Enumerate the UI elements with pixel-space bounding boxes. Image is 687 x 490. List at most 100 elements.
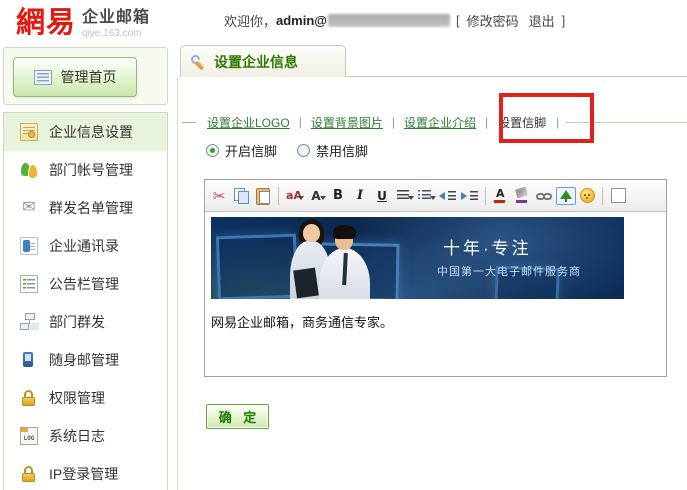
link-icon[interactable] [534,185,556,207]
subnav-set-company-intro[interactable]: 设置企业介绍 [397,114,483,131]
banner-screen-frame [216,234,298,299]
font-family-icon[interactable] [283,185,305,207]
outdent-icon[interactable] [437,185,459,207]
sidebar-item-company-contacts[interactable]: 企业通讯录 [4,227,167,265]
sidebar-item-label: 随身邮管理 [49,350,119,370]
change-password-link[interactable]: 修改密码 [467,11,519,30]
sidebar-item-mass-mail-list-management[interactable]: 群发名单管理 [4,189,167,227]
sidebar-item-label: IP登录管理 [49,464,118,484]
font-color-icon[interactable] [490,185,512,207]
sidebar-item-label: 系统日志 [49,426,105,446]
sidebar-item-system-log[interactable]: 系统日志 [4,417,167,455]
panel-left-border [177,77,178,490]
tab-company-info-settings[interactable]: 设置企业信息 [180,45,346,77]
netease-logo-cn: 網易 [16,6,76,40]
font-size-icon[interactable] [305,185,327,207]
phone-icon [20,351,38,369]
board-icon [20,275,38,293]
subnav-separator: | [297,115,304,129]
sidebar-home-box: 管理首页 [3,47,168,105]
subnav-set-background-image[interactable]: 设置背景图片 [304,114,390,131]
subnav-separator: | [554,115,561,129]
orgmail-icon [20,313,38,331]
subnav-separator: | [390,115,397,129]
footer-disable-radio[interactable] [297,144,310,157]
banner-person-woman [303,224,320,242]
separator [485,187,486,205]
copy-icon[interactable] [230,185,252,207]
cert-icon [20,123,38,141]
sidebar-item-dept-account-management[interactable]: 部门帐号管理 [4,151,167,189]
list-icon[interactable] [415,185,437,207]
wrench-icon [191,54,206,69]
netease-logo: 網易 企业邮箱 qiye.163.com [16,6,150,40]
bold-icon[interactable] [327,185,349,207]
select-box-icon[interactable] [607,185,629,207]
account-domain-redacted [328,14,450,27]
editor-content-area[interactable]: 十年·专注 中国第一大电子邮件服务商 网易企业邮箱，商务通信专家。 [205,212,666,380]
header: 網易 企业邮箱 qiye.163.com 欢迎你， admin@ [ 修改密码 … [0,0,687,45]
sidebar-item-ip-login-management[interactable]: IP登录管理 [4,455,167,490]
home-screen-icon [34,70,52,85]
image-icon[interactable] [556,187,576,205]
lock-icon [20,389,38,407]
mail-icon [20,199,38,217]
subnav-separator: | [483,115,490,129]
footer-banner-image[interactable]: 十年·专注 中国第一大电子邮件服务商 [211,217,624,299]
footer-option-row: 开启信脚 禁用信脚 [206,141,388,160]
welcome-prefix: 欢迎你， [224,11,276,30]
sidebar-item-label: 企业通讯录 [49,236,119,256]
confirm-button[interactable]: 确 定 [206,404,269,429]
banner-title: 十年·专注 [443,234,532,259]
emoticon-icon[interactable] [576,185,598,207]
sidebar-item-label: 群发名单管理 [49,198,133,218]
sidebar-menu: 企业信息设置部门帐号管理群发名单管理企业通讯录公告栏管理部门群发随身邮管理权限管… [3,112,168,490]
separator [602,187,603,205]
bracket-close: ] [562,13,566,28]
welcome-bar: 欢迎你， admin@ [ 修改密码 退出 ] [224,11,567,30]
contact-icon [20,237,38,255]
sidebar-item-label: 企业信息设置 [49,122,133,142]
italic-icon[interactable] [349,185,371,207]
lock-icon [20,465,38,483]
indent-icon[interactable] [459,185,481,207]
banner-person-man [333,225,356,239]
bg-color-icon[interactable] [512,185,534,207]
admin-console-page: 網易 企业邮箱 qiye.163.com 欢迎你， admin@ [ 修改密码 … [0,0,687,490]
footer-disable-label: 禁用信脚 [316,141,368,160]
subnav-set-company-logo[interactable]: 设置企业LOGO [200,114,297,131]
sidebar-item-company-info-settings[interactable]: 企业信息设置 [4,113,167,151]
subnav-set-mail-footer[interactable]: 设置信脚 [490,114,554,131]
sidebar-item-mobile-mail-management[interactable]: 随身邮管理 [4,341,167,379]
footer-enable-radio[interactable] [206,144,219,157]
footer-enable-label: 开启信脚 [225,141,277,160]
separator [278,187,279,205]
banner-subtitle: 中国第一大电子邮件服务商 [437,263,581,279]
log-icon [20,427,38,445]
footer-body-text: 网易企业邮箱，商务通信专家。 [211,312,666,331]
sidebar-item-label: 部门帐号管理 [49,160,133,180]
bracket-open: [ [456,13,460,28]
banner-folder [293,268,319,299]
subnav-lead-line [182,122,196,123]
panel-top-border [346,76,687,77]
sidebar-item-permission-management[interactable]: 权限管理 [4,379,167,417]
sidebar-item-label: 部门群发 [49,312,105,332]
subnav: 设置企业LOGO|设置背景图片|设置企业介绍|设置信脚| [178,110,687,134]
sidebar-item-dept-mass-mail[interactable]: 部门群发 [4,303,167,341]
sidebar-item-label: 权限管理 [49,388,105,408]
people-icon [20,161,38,179]
admin-home-button[interactable]: 管理首页 [13,57,137,97]
logout-link[interactable]: 退出 [529,11,555,30]
tab-title: 设置企业信息 [214,52,298,72]
align-icon[interactable] [393,185,415,207]
editor-toolbar [205,180,666,212]
underline-icon[interactable] [371,185,393,207]
subnav-links: 设置企业LOGO|设置背景图片|设置企业介绍|设置信脚| [200,114,561,131]
cut-icon[interactable] [208,185,230,207]
sidebar-item-bulletin-board-management[interactable]: 公告栏管理 [4,265,167,303]
footer-editor: 十年·专注 中国第一大电子邮件服务商 网易企业邮箱，商务通信专家。 [204,179,667,377]
paste-icon[interactable] [252,185,274,207]
subnav-trail-line [566,122,687,123]
admin-home-button-label: 管理首页 [61,67,117,87]
